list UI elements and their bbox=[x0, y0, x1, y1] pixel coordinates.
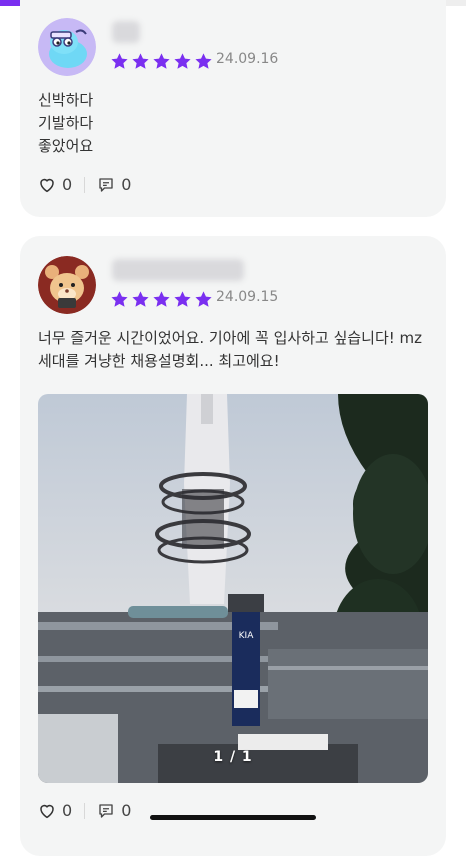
review-text: 너무 즐거운 시간이었어요. 기아에 꼭 입사하고 싶습니다! mz 세대를 겨… bbox=[38, 329, 423, 370]
reviewer-name-blurred bbox=[112, 259, 244, 281]
heart-icon bbox=[40, 178, 54, 192]
star-icon bbox=[132, 53, 149, 69]
star-icon bbox=[111, 53, 128, 69]
star-icon bbox=[153, 53, 170, 69]
review-card: 24.09.16 신박하다 기발하다 좋았어요 0 0 bbox=[20, 0, 446, 217]
sign-logo: KIA bbox=[239, 631, 255, 641]
star-rating bbox=[110, 290, 213, 309]
photo-page-counter: 1 / 1 bbox=[213, 749, 253, 765]
review-photo[interactable]: KIA 1 / 1 bbox=[38, 394, 428, 783]
like-count: 0 bbox=[62, 175, 73, 194]
review-text: 신박하다 기발하다 좋았어요 bbox=[38, 91, 94, 155]
comment-icon bbox=[99, 177, 113, 192]
star-icon bbox=[195, 53, 212, 69]
heart-icon bbox=[40, 804, 54, 818]
star-icon bbox=[132, 291, 149, 307]
star-icon bbox=[174, 53, 191, 69]
review-date: 24.09.15 bbox=[216, 289, 279, 305]
like-count: 0 bbox=[62, 801, 73, 820]
comment-button[interactable]: 0 bbox=[97, 801, 131, 820]
like-button[interactable]: 0 bbox=[38, 175, 72, 194]
star-icon bbox=[153, 291, 170, 307]
avatar[interactable] bbox=[38, 18, 96, 76]
home-indicator[interactable] bbox=[150, 815, 316, 820]
comment-count: 0 bbox=[121, 801, 132, 820]
like-button[interactable]: 0 bbox=[38, 801, 72, 820]
star-rating bbox=[110, 52, 213, 71]
comment-count: 0 bbox=[121, 175, 132, 194]
comment-button[interactable]: 0 bbox=[97, 175, 131, 194]
star-icon bbox=[174, 291, 191, 307]
divider bbox=[84, 176, 86, 193]
divider bbox=[84, 802, 86, 819]
star-icon bbox=[111, 291, 128, 307]
review-card: 24.09.15 너무 즐거운 시간이었어요. 기아에 꼭 입사하고 싶습니다!… bbox=[20, 236, 446, 856]
reviewer-name-blurred bbox=[112, 21, 140, 43]
star-icon bbox=[195, 291, 212, 307]
comment-icon bbox=[99, 803, 113, 818]
review-date: 24.09.16 bbox=[216, 51, 279, 67]
avatar[interactable] bbox=[38, 256, 96, 314]
